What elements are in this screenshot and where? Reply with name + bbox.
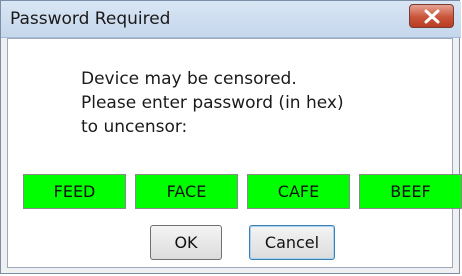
- close-button[interactable]: [409, 4, 454, 28]
- title-bar[interactable]: Password Required: [1, 1, 461, 38]
- password-field-3[interactable]: [247, 174, 350, 209]
- message-line: to uncensor:: [81, 117, 188, 137]
- password-field-2[interactable]: [135, 174, 238, 209]
- window-title: Password Required: [10, 9, 171, 29]
- password-field-1[interactable]: [23, 174, 126, 209]
- cancel-button[interactable]: Cancel: [249, 225, 335, 260]
- message-line: Device may be censored.: [81, 69, 297, 89]
- message-line: Please enter password (in hex): [81, 93, 344, 113]
- password-field-4[interactable]: [359, 174, 462, 209]
- close-icon: [424, 9, 440, 24]
- dialog-message: Device may be censored. Please enter pas…: [81, 67, 344, 139]
- ok-button[interactable]: OK: [150, 225, 222, 260]
